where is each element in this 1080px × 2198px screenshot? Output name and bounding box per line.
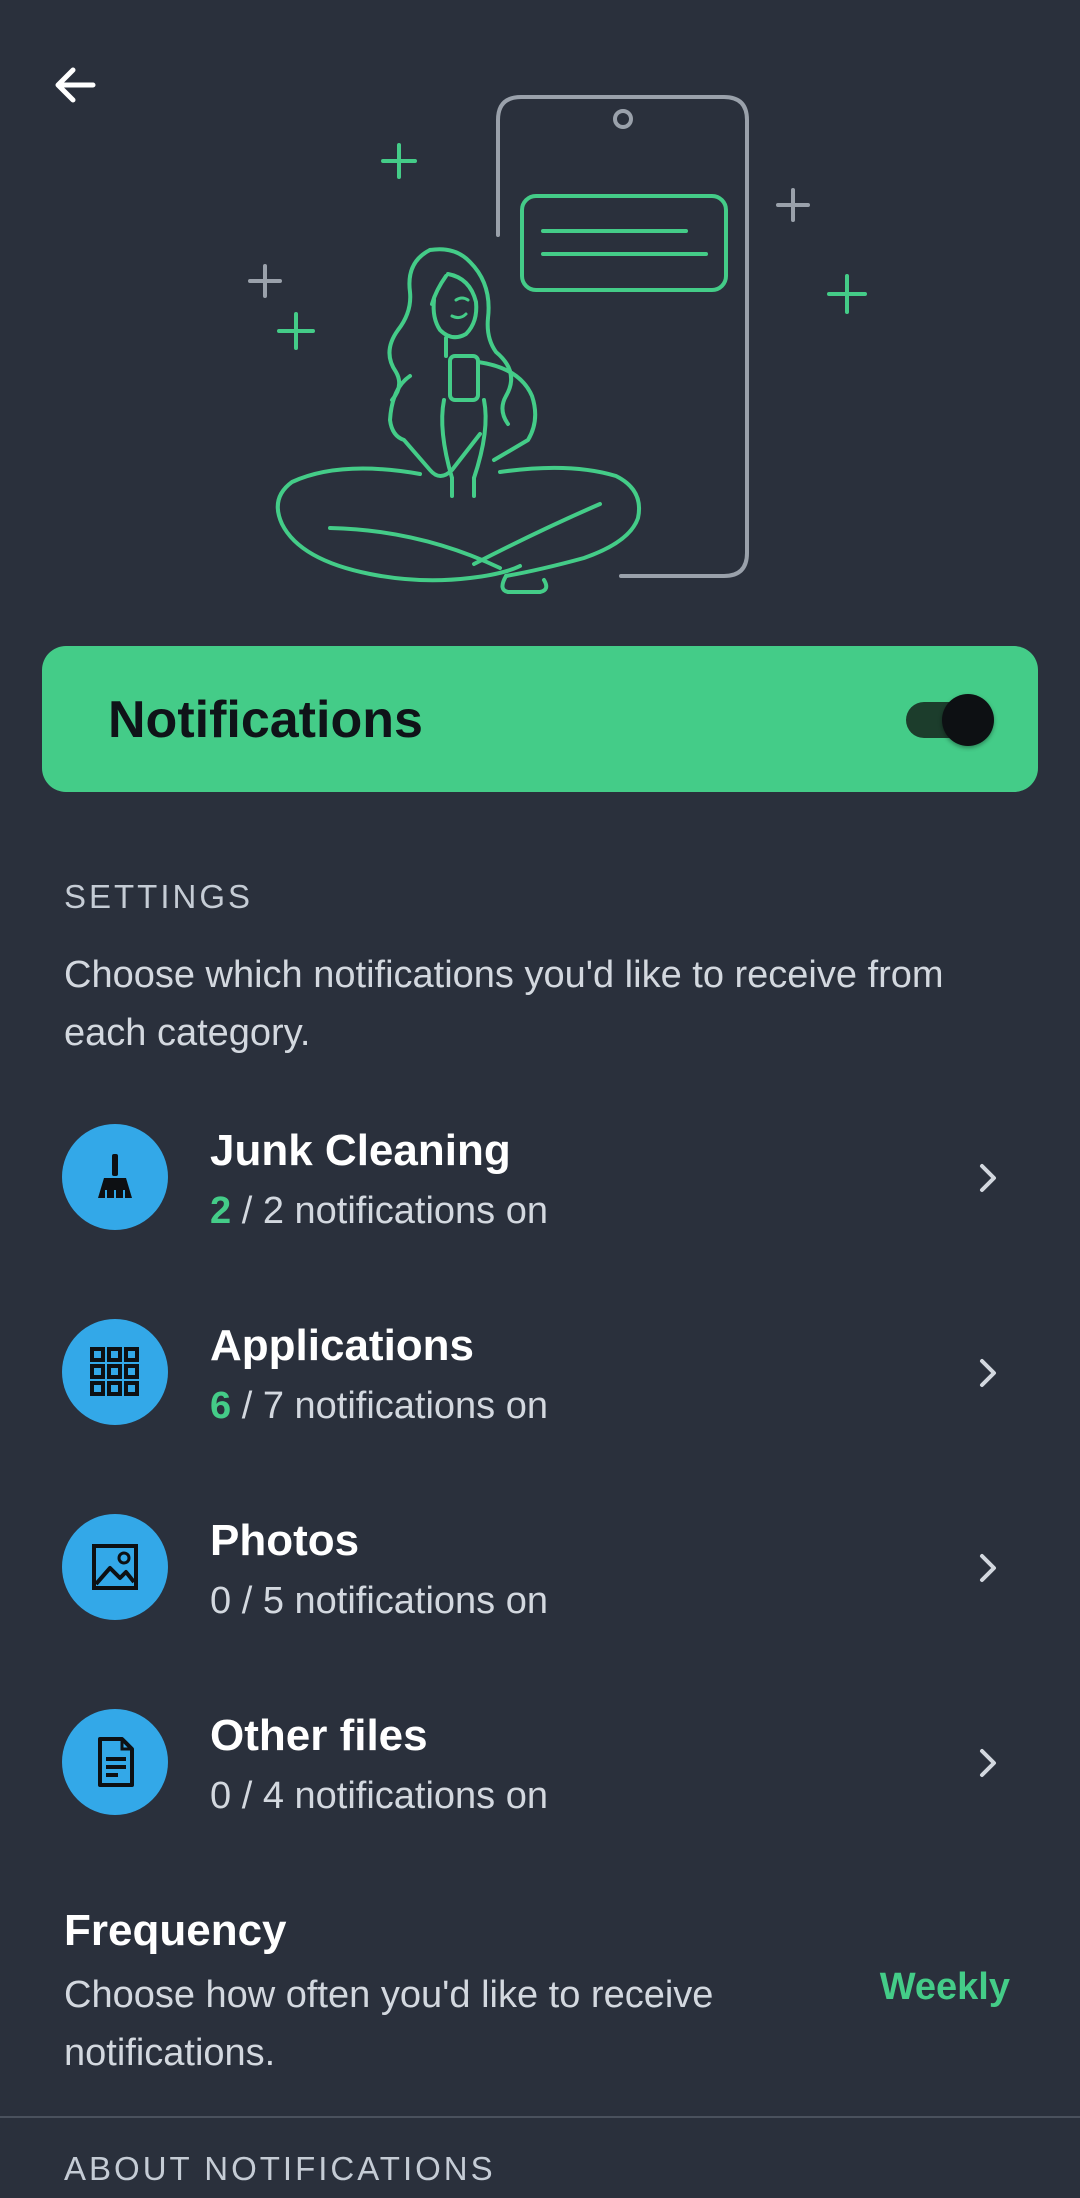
back-button[interactable] — [40, 50, 110, 120]
arrow-left-icon — [55, 67, 96, 103]
chevron-right-icon — [980, 1749, 996, 1777]
about-notifications-label: ABOUT NOTIFICATIONS — [64, 2150, 496, 2187]
category-row-junk-cleaning[interactable]: Junk Cleaning 2 / 2 notifications on — [0, 1124, 1080, 1319]
settings-description: Choose which notifications you'd like to… — [64, 954, 944, 1054]
category-row-photos[interactable]: Photos 0 / 5 notifications on — [0, 1514, 1080, 1709]
chevron-right-icon — [980, 1554, 996, 1582]
chevron-right-icon — [980, 1164, 996, 1192]
chevron-right-icon — [980, 1359, 996, 1387]
apps-grid-icon — [90, 1347, 139, 1396]
hero-illustration — [248, 95, 867, 594]
settings-section-label: SETTINGS — [64, 878, 254, 915]
category-name: Junk Cleaning — [210, 1126, 511, 1175]
divider — [0, 2116, 1080, 2118]
photos-icon-circle — [62, 1514, 168, 1620]
category-row-other-files[interactable]: Other files 0 / 4 notifications on — [0, 1709, 1080, 1904]
document-icon — [98, 1737, 134, 1787]
category-row-applications[interactable]: Applications 6 / 7 notifications on — [0, 1319, 1080, 1514]
category-count: 6 / 7 notifications on — [210, 1385, 548, 1428]
category-count: 0 / 5 notifications on — [210, 1580, 548, 1623]
count-rest: / 5 notifications on — [231, 1580, 548, 1622]
frequency-title: Frequency — [64, 1906, 287, 1955]
applications-icon-circle — [62, 1319, 168, 1425]
count-on: 0 — [210, 1580, 232, 1622]
category-name: Applications — [210, 1321, 475, 1370]
frequency-value-button[interactable]: Weekly — [860, 1966, 1010, 2009]
other-files-icon-circle — [62, 1709, 168, 1815]
frequency-description: Choose how often you'd like to receive n… — [64, 1974, 714, 2074]
junk-cleaning-icon-circle — [62, 1124, 168, 1230]
category-name: Photos — [210, 1516, 360, 1565]
notifications-master-toggle[interactable]: Notifications — [42, 646, 1038, 792]
switch-knob — [942, 694, 994, 746]
count-rest: / 2 notifications on — [231, 1190, 548, 1232]
category-name: Other files — [210, 1711, 428, 1760]
count-rest: / 7 notifications on — [231, 1385, 548, 1427]
count-on: 2 — [210, 1190, 232, 1232]
count-rest: / 4 notifications on — [231, 1775, 548, 1817]
image-icon — [92, 1544, 138, 1590]
notifications-switch[interactable] — [904, 692, 994, 746]
category-count: 2 / 2 notifications on — [210, 1190, 548, 1233]
count-on: 6 — [210, 1385, 232, 1427]
broom-icon — [98, 1154, 132, 1198]
notifications-toggle-label: Notifications — [108, 691, 423, 749]
count-on: 0 — [210, 1775, 232, 1817]
category-count: 0 / 4 notifications on — [210, 1775, 548, 1818]
